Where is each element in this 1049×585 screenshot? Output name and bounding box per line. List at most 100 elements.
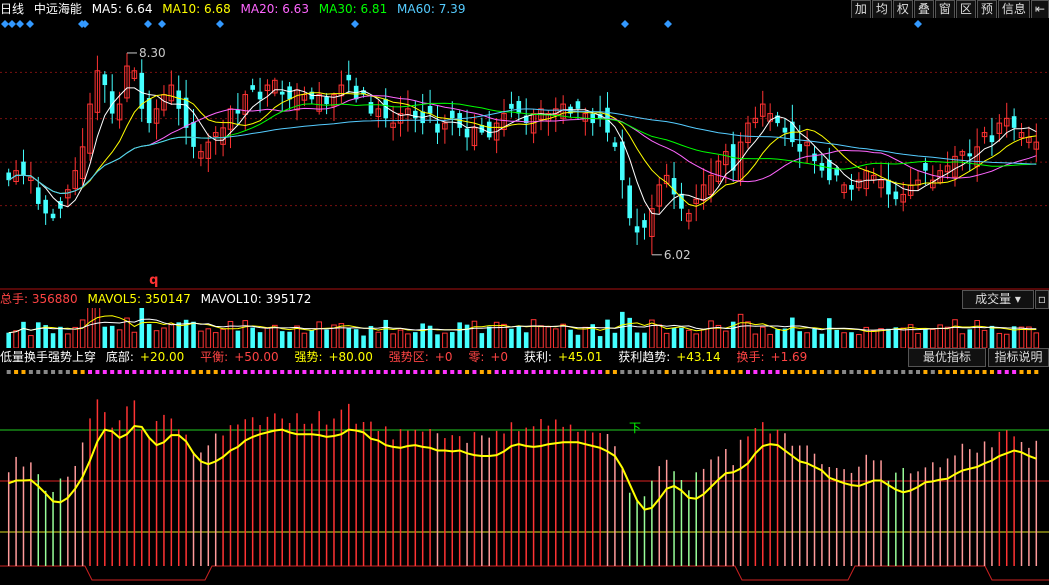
volume-bar-up (442, 332, 448, 348)
volume-bar-down (102, 326, 108, 348)
signal-dot (997, 370, 1002, 374)
signal-dot (1012, 370, 1017, 374)
candle-down (183, 97, 189, 128)
signal-dot (198, 370, 203, 374)
best-indicator-button[interactable]: 最优指标 (908, 348, 986, 367)
volume-bar-down (605, 319, 610, 348)
volume-bar-down (827, 318, 832, 348)
volume-bar-down (642, 332, 647, 348)
volume-bar-up (198, 330, 204, 348)
toolbar-window-button[interactable]: 窗 (934, 0, 955, 18)
indicator-item-strong-zone: 强势区: +0 (388, 350, 453, 364)
volume-bar-down (479, 333, 485, 348)
signal-dot (864, 370, 869, 374)
volume-selector-label: 成交量 (975, 292, 1012, 306)
signal-dot (612, 370, 617, 374)
volume-bar-down (790, 317, 795, 348)
signal-dot (250, 370, 255, 374)
indicator-bottom-border (0, 565, 1049, 581)
signal-dot (738, 370, 743, 374)
signal-dot (1026, 370, 1031, 374)
candle-down (324, 96, 329, 105)
volume-bar-down (612, 332, 618, 348)
toolbar-add-button[interactable]: 加 (850, 0, 871, 18)
stock-name: 中远海能 (33, 2, 82, 16)
volume-bar-up (582, 326, 589, 348)
volume-bar-down (235, 330, 241, 348)
volume-selector[interactable]: 成交量 ▾ (962, 290, 1034, 309)
period-label[interactable]: 日线 (0, 2, 24, 16)
volume-bar-down (679, 327, 684, 348)
volume-bar-down (324, 329, 329, 348)
signal-diamond (351, 20, 359, 28)
volume-bar-up (856, 334, 862, 348)
volume-chart[interactable] (0, 308, 1049, 348)
volume-bar-down (923, 328, 928, 348)
price-low-label: 6.02 (664, 248, 691, 262)
volume-bar-down (597, 336, 603, 348)
volume-bar-down (413, 332, 418, 348)
signal-dot (1034, 370, 1039, 374)
toolbar-overlay-button[interactable]: 叠 (913, 0, 934, 18)
signal-dot (405, 370, 410, 374)
toolbar-info-button[interactable]: 信息 (997, 0, 1030, 18)
signal-dot (95, 370, 100, 374)
square-icon[interactable]: ▫ (1035, 290, 1049, 309)
signal-dot (967, 370, 972, 374)
toolbar-forecast-button[interactable]: 预 (976, 0, 997, 18)
signal-dot (502, 370, 507, 374)
volume-bar-up (501, 323, 507, 348)
ma20-label: MA20: 6.63 (240, 2, 309, 16)
candle-down (346, 74, 352, 81)
candle-down (250, 85, 255, 90)
volume-bar-down (620, 311, 625, 348)
profit-trend-curve (8, 424, 1037, 511)
candle-down (257, 91, 263, 100)
signal-dot (376, 370, 381, 374)
volume-bar-up (390, 333, 396, 348)
signal-dot (701, 370, 706, 374)
down-signal-label: 下 (629, 421, 641, 435)
signal-dot (324, 370, 329, 374)
toolbar-range-button[interactable]: 区 (955, 0, 976, 18)
volume-bar-up (471, 320, 478, 348)
price-chart[interactable]: 8.30 6.02 q (0, 18, 1049, 290)
signal-dot (923, 370, 928, 374)
volume-bar-down (812, 328, 817, 348)
signal-dot (642, 370, 647, 374)
signal-dot (930, 370, 935, 374)
toolbar-rights-button[interactable]: 权 (892, 0, 913, 18)
volume-bar-down (989, 325, 995, 348)
candle-down (21, 161, 26, 176)
signal-dot (842, 370, 847, 374)
indicator-help-button[interactable]: 指标说明 (988, 348, 1049, 367)
volume-bar-up (405, 333, 411, 348)
candle-down (413, 110, 418, 119)
signal-dot (154, 370, 159, 374)
signal-dot (302, 370, 307, 374)
volume-bar-up (168, 323, 175, 348)
signal-dot (819, 370, 824, 374)
signal-dot (775, 370, 780, 374)
signal-dot (538, 370, 543, 374)
volume-bar-up (530, 319, 537, 348)
volume-bar-up (153, 330, 160, 348)
volume-bar-up (759, 326, 766, 348)
signal-dot (716, 370, 721, 374)
signal-dot (184, 370, 189, 374)
toolbar-ma-button[interactable]: 均 (871, 0, 892, 18)
signal-dot (58, 370, 63, 374)
volume-bar-up (227, 320, 234, 348)
signal-dot (354, 370, 359, 374)
signal-dot (339, 370, 344, 374)
signal-dot (110, 370, 115, 374)
signal-dot (65, 370, 70, 374)
volume-bar-down (50, 333, 56, 348)
signal-dot (80, 370, 85, 374)
candle-down (191, 121, 196, 147)
arrow-collapse-icon[interactable]: ⇤ (1030, 0, 1049, 18)
signal-dot (620, 370, 625, 374)
signal-dot (664, 370, 669, 374)
volume-bar-up (981, 329, 988, 348)
indicator-chart[interactable]: 下 (0, 366, 1049, 585)
